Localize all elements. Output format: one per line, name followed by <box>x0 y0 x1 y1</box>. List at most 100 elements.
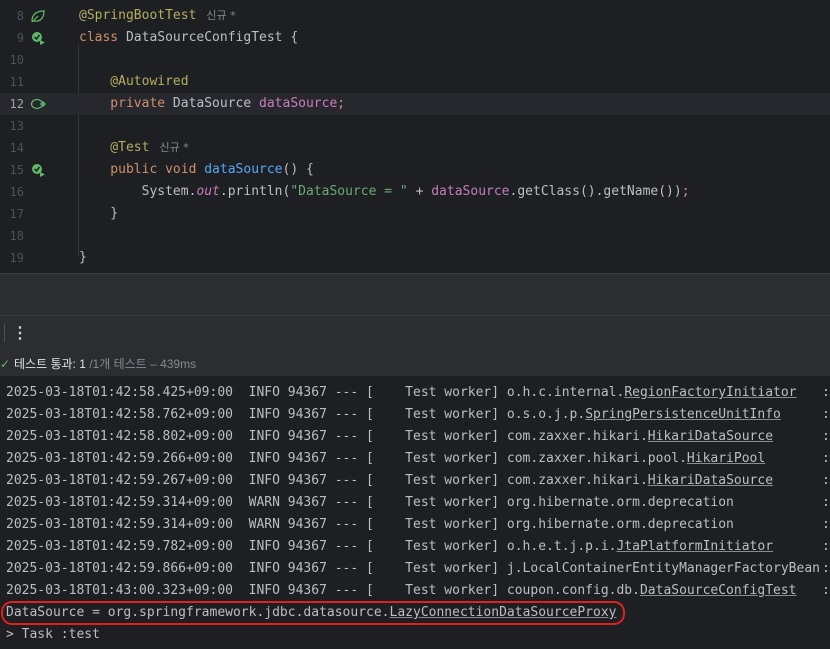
console-line: 2025-03-18T01:42:58.425+09:00 INFO 94367… <box>6 382 797 404</box>
spring-leaf-icon[interactable] <box>30 8 46 24</box>
truncated-tail: : <box>822 407 830 422</box>
code-token: } <box>79 206 119 221</box>
code-token: .println( <box>219 184 291 199</box>
console-output[interactable]: 2025-03-18T01:42:58.425+09:00 INFO 94367… <box>0 380 830 649</box>
toolbar-separator <box>4 324 5 342</box>
code-token: .getClass().getName()) <box>509 184 682 199</box>
line-number[interactable]: 18 <box>0 225 24 247</box>
code-line[interactable]: 10 <box>0 49 830 71</box>
code-line[interactable]: 17 } <box>0 203 830 225</box>
truncated-tail: : <box>822 385 830 400</box>
log-text: 2025-03-18T01:42:59.866+09:00 INFO 94367… <box>6 561 820 576</box>
code-line[interactable]: 8 @SpringBootTest 신규 * <box>0 5 830 27</box>
test-pass-count: 1 <box>79 357 86 371</box>
code-line[interactable]: 9 class DataSourceConfigTest { <box>0 27 830 49</box>
code-token: @Test <box>79 140 150 155</box>
code-token: System. <box>79 184 197 199</box>
line-number[interactable]: 9 <box>0 27 24 49</box>
code-token: ; <box>337 96 346 111</box>
code-text: @SpringBootTest 신규 * <box>79 5 236 27</box>
line-number[interactable]: 14 <box>0 137 24 159</box>
console-line: 2025-03-18T01:42:58.802+09:00 INFO 94367… <box>6 426 773 448</box>
code-text: System.out.println("DataSource = " + dat… <box>79 181 690 203</box>
truncated-tail: : <box>822 583 830 598</box>
code-line[interactable]: 16 System.out.println("DataSource = " + … <box>0 181 830 203</box>
code-line[interactable]: 18 <box>0 225 830 247</box>
line-number[interactable]: 16 <box>0 181 24 203</box>
line-number[interactable]: 10 <box>0 49 24 71</box>
code-line[interactable]: 14 @Test 신규 * <box>0 137 830 159</box>
log-text: 2025-03-18T01:42:58.425+09:00 INFO 94367… <box>6 385 625 400</box>
log-text: 2025-03-18T01:43:00.323+09:00 INFO 94367… <box>6 583 640 598</box>
test-pass-label: 테스트 통과: <box>14 357 80 371</box>
line-number[interactable]: 11 <box>0 71 24 93</box>
code-token: "DataSource = " <box>290 184 408 199</box>
code-token: ; <box>681 184 690 199</box>
code-token: public void <box>79 162 205 177</box>
console-line: 2025-03-18T01:42:59.266+09:00 INFO 94367… <box>6 448 765 470</box>
code-token: } <box>79 250 87 265</box>
log-text: DataSource = org.springframework.jdbc.da… <box>6 605 390 620</box>
log-text: 2025-03-18T01:42:59.266+09:00 INFO 94367… <box>6 451 687 466</box>
code-token: out <box>196 184 220 199</box>
code-text: private DataSource dataSource; <box>79 93 345 115</box>
code-token: + <box>407 184 432 199</box>
truncated-tail: : <box>822 517 830 532</box>
line-number[interactable]: 8 <box>0 5 24 27</box>
class-link[interactable]: HikariDataSource <box>648 473 773 488</box>
code-token: dataSource <box>259 96 338 111</box>
test-total-duration: /1개 테스트 – 439ms <box>85 357 197 371</box>
class-link[interactable]: HikariPool <box>687 451 765 466</box>
code-token: DataSource <box>172 96 260 111</box>
code-line[interactable]: 19} <box>0 247 830 269</box>
class-link[interactable]: RegionFactoryInitiator <box>624 385 796 400</box>
truncated-tail: : <box>822 539 830 554</box>
console-line: > Task :test <box>6 624 100 646</box>
line-number[interactable]: 17 <box>0 203 24 225</box>
line-number[interactable]: 19 <box>0 247 24 269</box>
console-line: DataSource = org.springframework.jdbc.da… <box>6 602 617 624</box>
line-number[interactable]: 15 <box>0 159 24 181</box>
line-number[interactable]: 12 <box>0 93 24 115</box>
code-line[interactable]: 15 public void dataSource() { <box>0 159 830 181</box>
check-icon: ✓ <box>0 357 11 371</box>
class-link[interactable]: DataSourceConfigTest <box>640 583 797 598</box>
class-link[interactable]: HikariDataSource <box>648 429 773 444</box>
log-text: 2025-03-18T01:42:59.782+09:00 INFO 94367… <box>6 539 617 554</box>
log-text: > Task :test <box>6 627 100 642</box>
code-line[interactable]: 12 private DataSource dataSource; <box>0 93 830 115</box>
code-line[interactable]: 13 <box>0 115 830 137</box>
test-result-summary: 테스트 통과: 1 /1개 테스트 – 439ms <box>14 352 196 376</box>
run-test-icon[interactable] <box>30 30 46 46</box>
code-token: class <box>79 30 126 45</box>
author-hint[interactable]: 신규 * <box>159 141 188 154</box>
class-link[interactable]: JtaPlatformInitiator <box>616 539 773 554</box>
code-text: } <box>79 247 87 269</box>
console-line: 2025-03-18T01:42:59.314+09:00 WARN 94367… <box>6 514 734 536</box>
author-hint[interactable]: 신규 * <box>206 9 235 22</box>
console-line: 2025-03-18T01:43:00.323+09:00 INFO 94367… <box>6 580 797 602</box>
more-options-icon[interactable]: ⋮ <box>12 322 28 344</box>
console-line: 2025-03-18T01:42:59.866+09:00 INFO 94367… <box>6 558 820 580</box>
truncated-tail: : <box>822 473 830 488</box>
code-token: @Autowired <box>79 74 189 89</box>
truncated-tail: : <box>822 561 830 576</box>
log-text: 2025-03-18T01:42:59.314+09:00 WARN 94367… <box>6 517 734 532</box>
code-text: @Autowired <box>79 71 189 93</box>
truncated-tail: : <box>822 429 830 444</box>
bean-navigation-icon[interactable] <box>30 96 46 112</box>
code-token: private <box>79 96 173 111</box>
code-line[interactable]: 11 @Autowired <box>0 71 830 93</box>
code-token: dataSource <box>431 184 510 199</box>
run-test-icon[interactable] <box>30 162 46 178</box>
code-text: public void dataSource() { <box>79 159 314 181</box>
class-link[interactable]: SpringPersistenceUnitInfo <box>585 407 781 422</box>
log-text: 2025-03-18T01:42:58.802+09:00 INFO 94367… <box>6 429 648 444</box>
code-token: () { <box>282 162 314 177</box>
line-number[interactable]: 13 <box>0 115 24 137</box>
class-link[interactable]: LazyConnectionDataSourceProxy <box>390 605 617 620</box>
code-token: dataSource <box>204 162 283 177</box>
panel-splitter[interactable] <box>0 273 830 316</box>
code-text: class DataSourceConfigTest { <box>79 27 298 49</box>
code-editor[interactable]: 8 @SpringBootTest 신규 * 9 class DataSourceCon… <box>0 0 830 273</box>
